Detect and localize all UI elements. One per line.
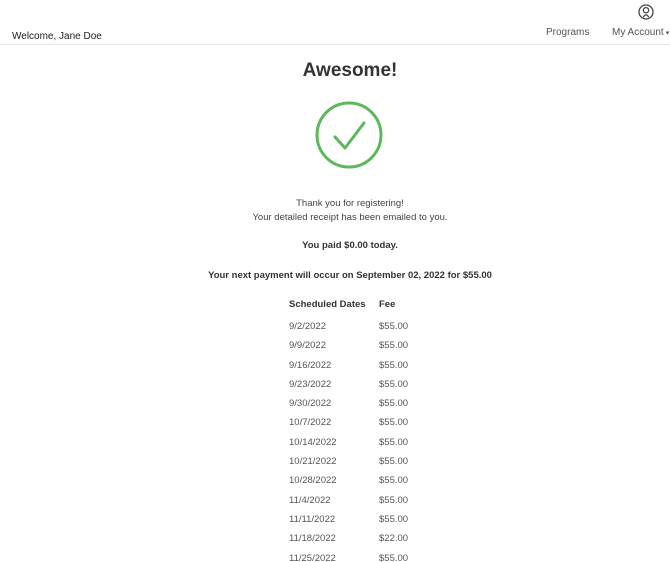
thank-you-message: Thank you for registering! Your detailed… bbox=[0, 197, 670, 225]
schedule-date: 9/23/2022 bbox=[289, 378, 332, 390]
schedule-fee: $55.00 bbox=[379, 475, 409, 487]
schedule-date: 10/14/2022 bbox=[289, 436, 337, 448]
schedule-fee: $55.00 bbox=[379, 340, 409, 352]
schedule-date: 9/16/2022 bbox=[289, 359, 332, 371]
user-circle-icon bbox=[638, 4, 654, 20]
table-row: 11/25/2022 $55.00 bbox=[289, 549, 429, 562]
my-account-label: My Account ▾ bbox=[612, 27, 670, 38]
check-circle-icon bbox=[315, 101, 383, 169]
table-row: 9/9/2022 $55.00 bbox=[289, 336, 429, 355]
table-row: 11/11/2022 $55.00 bbox=[289, 510, 429, 529]
schedule-fee: $55.00 bbox=[379, 456, 409, 468]
table-row: 9/2/2022 $55.00 bbox=[289, 317, 429, 336]
schedule-fee: $55.00 bbox=[379, 417, 409, 429]
schedule-header-row: Scheduled Dates Fee bbox=[289, 298, 429, 317]
schedule-fee: $55.00 bbox=[379, 494, 409, 506]
top-header: Welcome, Jane Doe Programs My Account ▾ bbox=[0, 0, 670, 45]
payment-schedule: Scheduled Dates Fee 9/2/2022 $55.00 9/9/2… bbox=[289, 298, 429, 562]
column-header-dates: Scheduled Dates bbox=[289, 299, 366, 310]
confirmation-page: Welcome, Jane Doe Programs My Account ▾ A… bbox=[0, 0, 670, 562]
schedule-date: 9/9/2022 bbox=[289, 340, 326, 352]
schedule-fee: $55.00 bbox=[379, 513, 409, 525]
schedule-date: 11/4/2022 bbox=[289, 494, 331, 506]
table-row: 9/23/2022 $55.00 bbox=[289, 375, 429, 394]
next-payment-message: Your next payment will occur on Septembe… bbox=[208, 270, 492, 281]
schedule-fee: $55.00 bbox=[379, 359, 409, 371]
schedule-fee: $22.00 bbox=[379, 533, 409, 545]
chevron-down-icon: ▾ bbox=[665, 30, 670, 37]
schedule-date: 10/21/2022 bbox=[289, 456, 337, 468]
schedule-fee: $55.00 bbox=[379, 378, 409, 390]
table-row: 11/4/2022 $55.00 bbox=[289, 491, 429, 510]
schedule-date: 10/7/2022 bbox=[289, 417, 332, 429]
nav-programs-link[interactable]: Programs bbox=[546, 27, 589, 38]
schedule-date: 11/18/2022 bbox=[289, 533, 336, 545]
column-header-fee: Fee bbox=[379, 299, 396, 310]
page-title: Awesome! bbox=[302, 60, 398, 81]
table-row: 9/30/2022 $55.00 bbox=[289, 394, 429, 413]
schedule-date: 11/11/2022 bbox=[289, 513, 336, 525]
table-row: 11/18/2022 $22.00 bbox=[289, 529, 429, 548]
schedule-fee: $55.00 bbox=[379, 436, 409, 448]
schedule-date: 11/25/2022 bbox=[289, 552, 336, 562]
schedule-fee: $55.00 bbox=[379, 321, 409, 332]
thanks-line-1: Thank you for registering! bbox=[296, 198, 404, 209]
my-account-menu[interactable]: My Account ▾ bbox=[612, 4, 670, 40]
table-row: 10/14/2022 $55.00 bbox=[289, 433, 429, 452]
schedule-date: 9/30/2022 bbox=[289, 398, 332, 410]
schedule-date: 10/28/2022 bbox=[289, 475, 337, 487]
schedule-table: Scheduled Dates Fee 9/2/2022 $55.00 9/9/2… bbox=[289, 298, 429, 562]
welcome-message: Welcome, Jane Doe bbox=[12, 31, 102, 42]
thanks-line-2: Your detailed receipt has been emailed t… bbox=[252, 212, 448, 223]
amount-paid-message: You paid $0.00 today. bbox=[302, 240, 398, 251]
table-row: 10/21/2022 $55.00 bbox=[289, 452, 429, 471]
schedule-fee: $55.00 bbox=[379, 398, 409, 410]
table-row: 10/28/2022 $55.00 bbox=[289, 471, 429, 490]
table-row: 10/7/2022 $55.00 bbox=[289, 413, 429, 432]
schedule-date: 9/2/2022 bbox=[289, 321, 326, 332]
table-row: 9/16/2022 $55.00 bbox=[289, 356, 429, 375]
schedule-fee: $55.00 bbox=[379, 552, 409, 562]
